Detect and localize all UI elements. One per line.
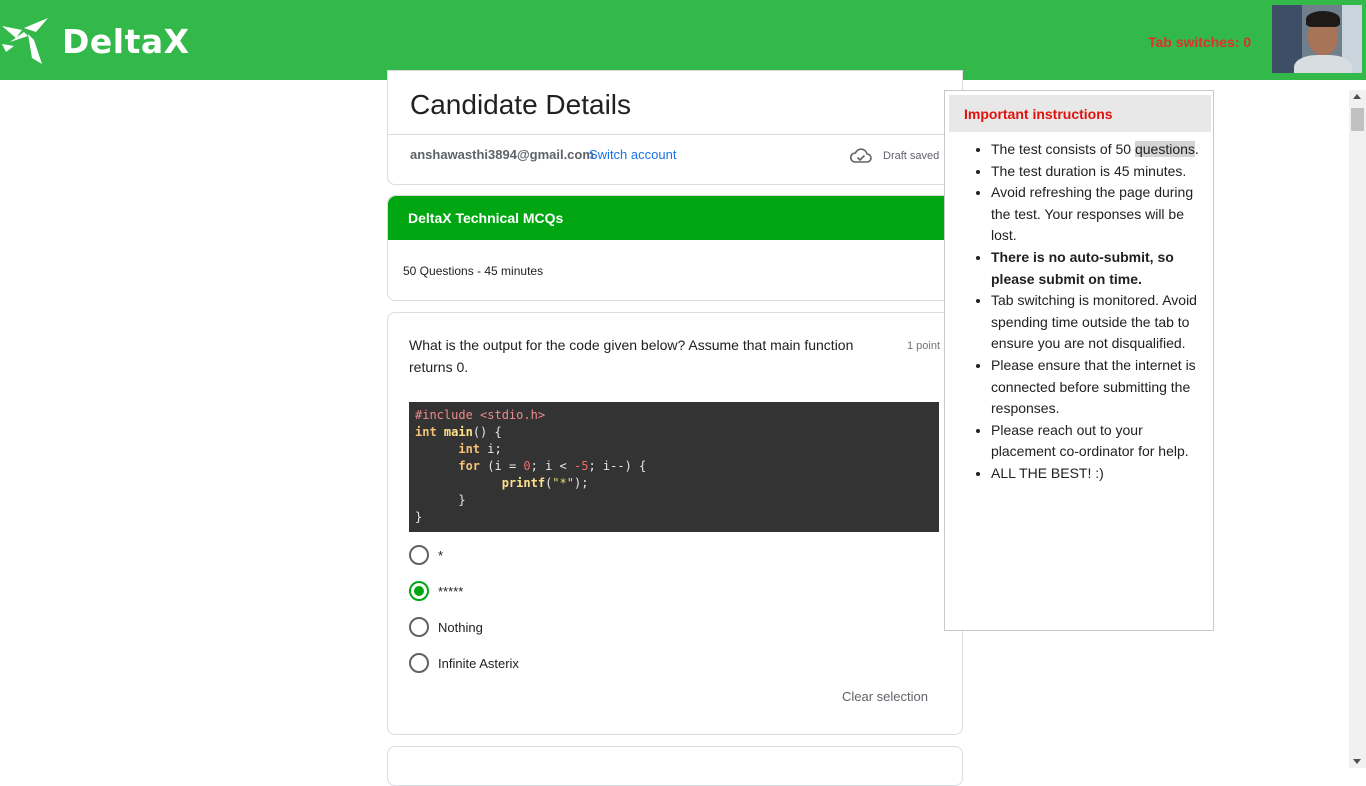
code-line: #include <stdio.h> xyxy=(415,408,546,422)
webcam-preview xyxy=(1272,5,1362,73)
question-text: What is the output for the code given be… xyxy=(409,337,854,375)
deltax-logo: DeltaX xyxy=(2,16,190,66)
clear-selection-button[interactable]: Clear selection xyxy=(842,689,928,704)
logo-text: DeltaX xyxy=(62,21,190,61)
quiz-header-card: DeltaX Technical MCQs 50 Questions - 45 … xyxy=(387,195,963,301)
code-line: int main() { xyxy=(415,425,502,439)
option-4[interactable]: Infinite Asterix xyxy=(409,653,519,673)
switch-account-link[interactable]: Switch account xyxy=(589,147,676,162)
top-bar: DeltaX Tab switches: 0 xyxy=(0,0,1366,80)
account-email: anshawasthi3894@gmail.com xyxy=(410,147,594,162)
instruction-item: ALL THE BEST! :) xyxy=(991,463,1201,485)
instruction-item: Tab switching is monitored. Avoid spendi… xyxy=(991,290,1201,355)
code-line: } xyxy=(415,493,466,507)
option-label: ***** xyxy=(438,583,464,599)
page-title: Candidate Details xyxy=(410,89,632,120)
code-line: int i; xyxy=(458,442,502,456)
draft-status: Draft saved xyxy=(883,150,940,162)
question-card: What is the output for the code given be… xyxy=(387,312,963,735)
instructions-title: Important instructions xyxy=(964,106,1113,122)
scroll-down-arrow-icon[interactable] xyxy=(1353,759,1361,764)
code-line: for (i = 0; i < -5; i--) { xyxy=(458,459,647,473)
instruction-item: The test consists of 50 questions. xyxy=(991,139,1201,161)
radio-button[interactable] xyxy=(409,545,429,565)
candidate-details-card: Candidate Details anshawasthi3894@gmail.… xyxy=(387,70,963,185)
option-1[interactable]: * xyxy=(409,545,443,565)
radio-button[interactable] xyxy=(409,617,429,637)
instruction-item: The test duration is 45 minutes. xyxy=(991,161,1201,183)
code-line: printf("*"); xyxy=(501,476,589,490)
tab-switches-counter: Tab switches: 0 xyxy=(1148,34,1252,50)
quiz-title: DeltaX Technical MCQs xyxy=(408,210,564,226)
instruction-item: Please ensure that the internet is conne… xyxy=(991,355,1201,420)
page-scrollbar[interactable] xyxy=(1349,90,1366,768)
divider xyxy=(388,134,962,135)
option-3[interactable]: Nothing xyxy=(409,617,483,637)
radio-button-selected[interactable] xyxy=(409,581,429,601)
scroll-up-arrow-icon[interactable] xyxy=(1353,94,1361,99)
option-label: Infinite Asterix xyxy=(438,655,519,671)
instruction-item: Avoid refreshing the page during the tes… xyxy=(991,182,1201,247)
radio-button[interactable] xyxy=(409,653,429,673)
code-line: } xyxy=(415,510,423,524)
scrollbar-thumb[interactable] xyxy=(1351,108,1364,131)
option-label: * xyxy=(438,547,444,563)
option-2[interactable]: ***** xyxy=(409,581,463,601)
instructions-header: Important instructions xyxy=(949,95,1211,132)
deltax-logo-icon xyxy=(2,18,48,64)
question-points: 1 point xyxy=(907,340,941,352)
instruction-item: There is no auto-submit, so please submi… xyxy=(991,247,1201,290)
instructions-list: The test consists of 50 questions. The t… xyxy=(991,139,1201,485)
option-label: Nothing xyxy=(438,619,483,635)
quiz-description: 50 Questions - 45 minutes xyxy=(403,264,544,278)
next-question-card xyxy=(387,746,963,786)
cloud-check-icon xyxy=(849,148,872,169)
code-block: #include <stdio.h> int main() { int i; f… xyxy=(409,402,939,532)
instruction-item: Please reach out to your placement co-or… xyxy=(991,420,1201,463)
quiz-banner: DeltaX Technical MCQs xyxy=(388,196,962,240)
instructions-panel: Important instructions The test consists… xyxy=(944,90,1214,631)
